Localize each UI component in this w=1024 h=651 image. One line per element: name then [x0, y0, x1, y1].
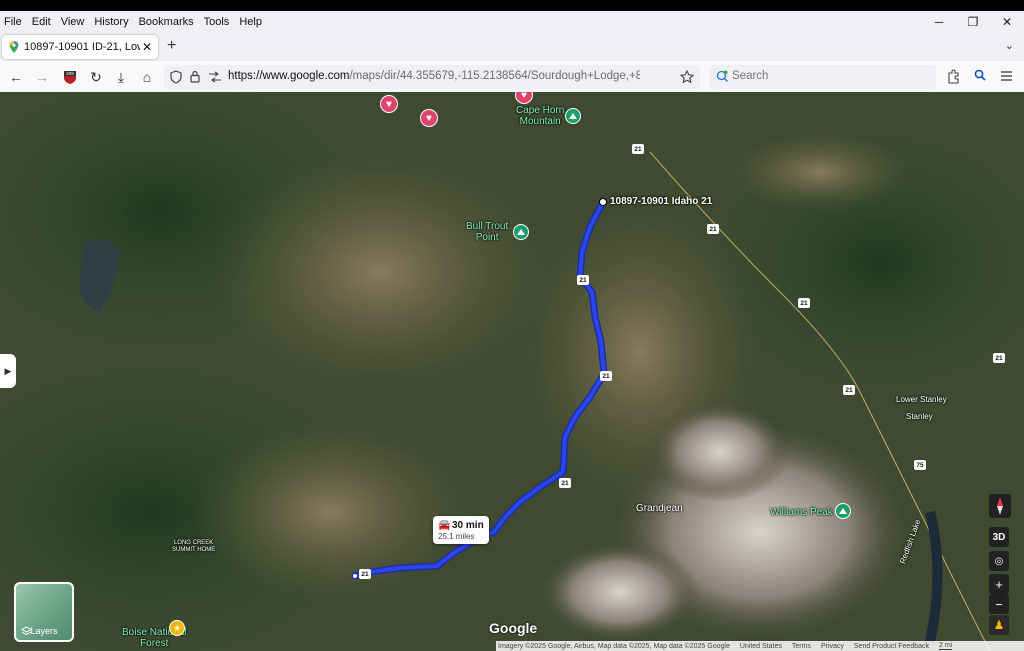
search-placeholder: Search [732, 70, 769, 82]
highway-shield: 21 [577, 275, 589, 285]
footer-privacy-link[interactable]: Privacy [821, 643, 844, 650]
footer-region[interactable]: United States [740, 643, 782, 650]
url-text: https://www.google.com/maps/dir/44.35567… [228, 70, 640, 82]
highway-shield: 21 [632, 144, 644, 154]
label-williams-peak[interactable]: Williams Peak [770, 507, 833, 518]
highway-shield: 21 [359, 569, 371, 579]
extension-puzzle-blue-icon[interactable] [974, 69, 986, 83]
search-icon [716, 70, 728, 82]
lock-icon[interactable] [190, 70, 200, 83]
restore-button[interactable]: ❐ [956, 11, 990, 33]
footer-feedback-link[interactable]: Send Product Feedback [854, 643, 929, 650]
saved-place-heart-icon[interactable]: ♥ [420, 109, 438, 127]
home-icon[interactable]: ⌂ [137, 67, 157, 87]
mountain-peak-icon[interactable] [835, 503, 851, 519]
route-time: 30 min [452, 520, 484, 531]
highway-shield: 21 [843, 385, 855, 395]
label-grandjean[interactable]: Grandjean [636, 503, 683, 514]
map-view[interactable]: ♥ ♥ ♥ Cape Horn Mountain Bull Trout Poin… [0, 92, 1024, 651]
tab-active[interactable]: 10897-10901 ID-21, Lowman, ID ✕ [2, 35, 158, 59]
map-footer: Imagery ©2025 Google, Airbus, Map data ©… [496, 641, 1024, 651]
search-box[interactable]: Search [710, 65, 936, 89]
zoom-out-button[interactable]: − [989, 594, 1009, 614]
navigation-bar: ← → 209 ↻ ⤓ ⌂ https://www.google.com/map… [0, 61, 1024, 93]
highway-shield: 21 [798, 298, 810, 308]
label-long-creek[interactable]: LONG CREEK SUMMIT HOME [172, 540, 215, 554]
minimize-button[interactable]: ─ [922, 11, 956, 33]
layers-label: Layers [30, 626, 58, 636]
my-location-icon[interactable]: ◎ [989, 551, 1009, 571]
url-path: /maps/dir/44.355679,-115.2138564/Sourdou… [349, 70, 640, 82]
window-controls: ─ ❐ ✕ [922, 11, 1024, 33]
menu-edit[interactable]: Edit [27, 11, 56, 33]
satellite-imagery [0, 92, 1024, 651]
bookmark-star-icon[interactable] [680, 70, 694, 84]
label-cape-horn[interactable]: Cape Horn Mountain [516, 105, 564, 127]
url-bar[interactable]: https://www.google.com/maps/dir/44.35567… [164, 65, 700, 89]
label-bull-trout[interactable]: Bull Trout Point [466, 221, 508, 243]
tab-close-icon[interactable]: ✕ [142, 40, 152, 54]
menu-history[interactable]: History [89, 11, 133, 33]
maps-pin-icon [9, 41, 19, 53]
scale-bar[interactable]: 2 mi [939, 642, 953, 650]
highway-shield: 21 [600, 371, 612, 381]
mountain-peak-icon[interactable] [565, 108, 581, 124]
download-icon[interactable]: ⤓ [111, 67, 131, 87]
permissions-icon[interactable] [208, 71, 222, 83]
extensions-icon[interactable] [946, 69, 960, 84]
street-view-pegman-icon[interactable]: ♟ [989, 615, 1009, 635]
url-host: https://www.google.com [228, 70, 350, 82]
google-logo: Google [489, 620, 538, 636]
menu-tools[interactable]: Tools [199, 11, 235, 33]
car-icon: 🚘 [438, 520, 451, 531]
menu-view[interactable]: View [56, 11, 90, 33]
label-stanley[interactable]: Stanley [906, 412, 933, 421]
highway-shield: 21 [559, 478, 571, 488]
mountain-peak-icon[interactable] [513, 224, 529, 240]
label-destination[interactable]: 10897-10901 Idaho 21 [610, 196, 712, 207]
tab-bar: 10897-10901 ID-21, Lowman, ID ✕ + ⌄ [0, 33, 1024, 61]
park-star-icon[interactable]: ★ [169, 620, 185, 636]
label-lower-stanley[interactable]: Lower Stanley [896, 395, 947, 404]
highway-shield: 75 [914, 460, 926, 470]
route-summary-box[interactable]: 🚘 30 min 25.1 miles [433, 516, 489, 544]
reload-icon[interactable]: ↻ [86, 67, 106, 87]
new-tab-button[interactable]: + [167, 37, 176, 55]
back-arrow-icon[interactable]: ← [6, 67, 26, 87]
close-window-button[interactable]: ✕ [990, 11, 1024, 33]
expand-side-panel-button[interactable]: ▶ [0, 354, 16, 388]
forward-arrow-icon[interactable]: → [32, 67, 52, 87]
screen-top-strip [0, 0, 1024, 11]
highway-shield: 21 [707, 224, 719, 234]
hamburger-menu-icon[interactable] [1000, 70, 1013, 82]
tab-title: 10897-10901 ID-21, Lowman, ID [24, 41, 140, 53]
menu-bar: File Edit View History Bookmarks Tools H… [0, 11, 1024, 33]
menu-help[interactable]: Help [234, 11, 267, 33]
3d-toggle-button[interactable]: 3D [989, 527, 1009, 547]
tab-list-chevron-icon[interactable]: ⌄ [1005, 39, 1014, 52]
menu-bookmarks[interactable]: Bookmarks [134, 11, 199, 33]
compass-icon[interactable] [989, 494, 1011, 518]
extension-badge-text: 209 [66, 71, 74, 76]
menu-file[interactable]: File [0, 11, 27, 33]
saved-place-heart-icon[interactable]: ♥ [380, 95, 398, 113]
route-distance: 25.1 miles [438, 532, 475, 541]
footer-terms-link[interactable]: Terms [792, 643, 811, 650]
layers-button[interactable]: Layers [14, 582, 74, 642]
imagery-attribution: Imagery ©2025 Google, Airbus, Map data ©… [498, 642, 730, 650]
extension-badge-icon[interactable]: 209 [60, 67, 80, 87]
shield-icon[interactable] [170, 70, 182, 84]
highway-shield: 21 [993, 353, 1005, 363]
zoom-in-button[interactable]: + [989, 574, 1009, 594]
